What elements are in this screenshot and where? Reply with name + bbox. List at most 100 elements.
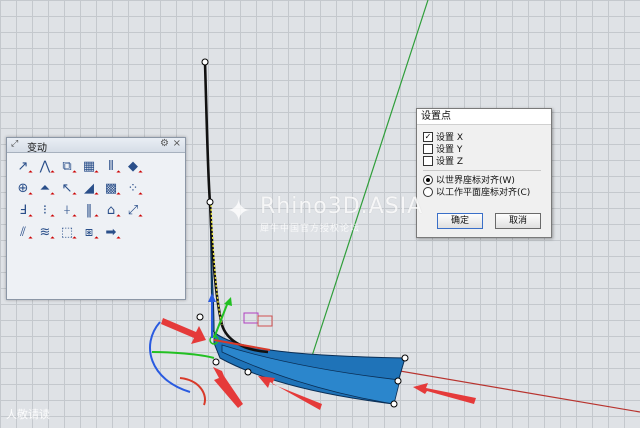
scale-icon[interactable]: ⊕ bbox=[13, 178, 33, 198]
flyout-indicator-icon bbox=[28, 170, 33, 175]
twist-icon[interactable]: Ⅎ bbox=[13, 200, 33, 220]
watermark-subtitle: 犀牛中国官方授权论坛 bbox=[260, 224, 361, 234]
dialog-separator bbox=[423, 170, 541, 171]
arrow-icon[interactable]: ➡ bbox=[101, 222, 121, 242]
polar-array-icon[interactable]: ⁘ bbox=[123, 178, 143, 198]
radio-world[interactable]: 以世界座标对齐(W) bbox=[423, 174, 545, 186]
panel-move-icon: ⤢ bbox=[11, 139, 19, 149]
tool-glyph: ⫽ bbox=[20, 224, 26, 240]
flyout-indicator-icon bbox=[94, 236, 99, 241]
tool-glyph: ▩ bbox=[104, 180, 118, 196]
tool-glyph: ⊕ bbox=[17, 180, 29, 196]
option-set-x[interactable]: ✓ 设置 X bbox=[423, 131, 545, 143]
gear-icon[interactable]: ⚙ bbox=[160, 138, 169, 149]
ok-button[interactable]: 确定 bbox=[437, 213, 483, 229]
tool-glyph: ≋ bbox=[39, 224, 51, 240]
tool-glyph: Ⅎ bbox=[19, 202, 27, 218]
tool-glyph: ↖ bbox=[61, 180, 73, 196]
stretch-icon[interactable]: ‖ bbox=[79, 200, 99, 220]
move-icon[interactable]: ↗ bbox=[13, 156, 33, 176]
control-point[interactable] bbox=[201, 58, 209, 66]
world-y-axis bbox=[311, 0, 429, 357]
radio-cplane-button[interactable] bbox=[423, 186, 433, 197]
option-set-z[interactable]: 设置 Z bbox=[423, 155, 545, 167]
flyout-indicator-icon bbox=[50, 236, 55, 241]
control-point[interactable] bbox=[196, 313, 204, 321]
gumball-plane-handle[interactable] bbox=[243, 312, 259, 324]
checkbox-set-z[interactable] bbox=[423, 155, 433, 166]
flyout-indicator-icon bbox=[94, 170, 99, 175]
shear-icon[interactable]: ⏶ bbox=[35, 178, 55, 198]
control-point[interactable] bbox=[390, 400, 398, 408]
tool-glyph: ⌂ bbox=[106, 202, 116, 218]
control-point[interactable] bbox=[206, 198, 214, 206]
gumball-y-head bbox=[224, 297, 232, 306]
orient-icon[interactable]: ↖ bbox=[57, 178, 77, 198]
control-point[interactable] bbox=[401, 354, 409, 362]
flyout-indicator-icon bbox=[72, 170, 77, 175]
flyout-indicator-icon bbox=[94, 192, 99, 197]
gumball-rotate-red[interactable] bbox=[179, 377, 206, 406]
tool-glyph: ◢ bbox=[84, 180, 94, 196]
flyout-indicator-icon bbox=[72, 214, 77, 219]
toolbar-panel-title: 变动 bbox=[27, 143, 47, 154]
radio-cplane[interactable]: 以工作平面座标对齐(C) bbox=[423, 186, 545, 198]
cage-icon[interactable]: ⌂ bbox=[101, 200, 121, 220]
blank-icon bbox=[145, 156, 165, 176]
perspective-viewport[interactable]: ⤢ 变动 ⚙ × ↗ ⋀ ⧉ ▦ ⫴ ◆ ⊕ ⏶ ↖ ◢ ▩ ⁘ Ⅎ ⁝ ⍭ ‖ ⌂ ⤢ ⫽ ≋ ⬚ ⧆ ➡ 设置点 ✓ 设… bbox=[0, 0, 640, 428]
bend-icon[interactable]: ⋀ bbox=[35, 156, 55, 176]
tool-glyph: ⤢ bbox=[127, 202, 139, 218]
box-icon[interactable]: ▦ bbox=[79, 156, 99, 176]
blank2-icon bbox=[145, 178, 165, 198]
dialog-buttons: 确定 取消 bbox=[437, 213, 541, 229]
slide-icon[interactable]: ⫽ bbox=[13, 222, 33, 242]
align-icon[interactable]: ⁝ bbox=[35, 200, 55, 220]
tool-glyph: ▦ bbox=[82, 158, 96, 174]
transform-toolbar-panel[interactable]: ⤢ 变动 ⚙ × ↗ ⋀ ⧉ ▦ ⫴ ◆ ⊕ ⏶ ↖ ◢ ▩ ⁘ Ⅎ ⁝ ⍭ ‖ ⌂ ⤢ ⫽ ≋ ⬚ ⧆ ➡ bbox=[6, 137, 186, 300]
copy-icon[interactable]: ⧉ bbox=[57, 156, 77, 176]
gumball-z-head bbox=[208, 293, 216, 302]
mirror-icon[interactable]: ⫴ bbox=[101, 156, 121, 176]
flyout-indicator-icon bbox=[116, 236, 121, 241]
setpt-icon[interactable]: ⧆ bbox=[79, 222, 99, 242]
control-point[interactable] bbox=[244, 368, 252, 376]
dialog-title: 设置点 bbox=[417, 109, 551, 125]
watermark-brand: Rhino3D.ASIA bbox=[260, 194, 424, 219]
radio-world-button[interactable] bbox=[423, 174, 433, 185]
rotate3d-icon[interactable]: ◆ bbox=[123, 156, 143, 176]
tool-glyph: ⬚ bbox=[60, 224, 74, 240]
radio-label: 以工作平面座标对齐(C) bbox=[436, 188, 531, 198]
set-point-dialog[interactable]: 设置点 ✓ 设置 X 设置 Y 设置 Z 以世界座标对齐(W) 以工作平面座标对… bbox=[416, 108, 552, 238]
flyout-indicator-icon bbox=[50, 192, 55, 197]
checkbox-set-y[interactable] bbox=[423, 143, 433, 154]
project-icon[interactable]: ⬚ bbox=[57, 222, 77, 242]
gumball-plane-handle[interactable] bbox=[257, 315, 273, 327]
flyout-indicator-icon bbox=[72, 236, 77, 241]
flyout-indicator-icon bbox=[94, 214, 99, 219]
option-set-y[interactable]: 设置 Y bbox=[423, 143, 545, 155]
cancel-button[interactable]: 取消 bbox=[495, 213, 541, 229]
tool-glyph: ⏶ bbox=[39, 180, 51, 196]
flyout-indicator-icon bbox=[138, 170, 143, 175]
rhino-logo-icon: ✦ bbox=[226, 194, 252, 229]
close-icon[interactable]: × bbox=[173, 138, 181, 149]
smooth-icon[interactable]: ≋ bbox=[35, 222, 55, 242]
control-point[interactable] bbox=[212, 358, 220, 366]
tool-glyph: ⋀ bbox=[39, 158, 51, 174]
tool-glyph: ➡ bbox=[105, 224, 117, 240]
checkbox-set-x[interactable]: ✓ bbox=[423, 131, 433, 142]
toolbar-panel-header[interactable]: ⤢ 变动 ⚙ × bbox=[7, 138, 185, 154]
tool-glyph: ⁝ bbox=[42, 202, 48, 218]
flyout-indicator-icon bbox=[116, 170, 121, 175]
tool-glyph: ⁘ bbox=[127, 180, 139, 196]
flyout-indicator-icon bbox=[28, 192, 33, 197]
control-point[interactable] bbox=[394, 377, 402, 385]
flyout-indicator-icon bbox=[116, 214, 121, 219]
array-icon[interactable]: ▩ bbox=[101, 178, 121, 198]
flyout-indicator-icon bbox=[138, 214, 143, 219]
gumball-rotate-green[interactable] bbox=[151, 351, 215, 359]
taper-icon[interactable]: ⍭ bbox=[57, 200, 77, 220]
splop-icon[interactable]: ⤢ bbox=[123, 200, 143, 220]
tool-glyph: ⍭ bbox=[63, 202, 71, 218]
flow-icon[interactable]: ◢ bbox=[79, 178, 99, 198]
